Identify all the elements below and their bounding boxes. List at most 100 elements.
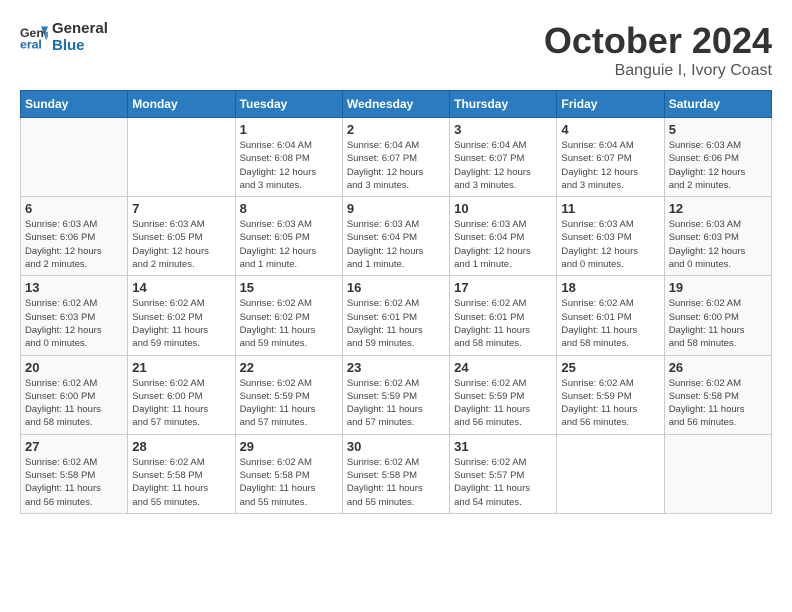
calendar-cell: 19Sunrise: 6:02 AM Sunset: 6:00 PM Dayli…: [664, 276, 771, 355]
day-info: Sunrise: 6:03 AM Sunset: 6:06 PM Dayligh…: [669, 139, 767, 192]
calendar-cell: 20 Sunrise: 6:02 AM Sunset: 6:00 PM Dayli…: [21, 355, 128, 434]
calendar-cell: 4 Sunrise: 6:04 AM Sunset: 6:07 PM Daylig…: [557, 118, 664, 197]
day-number: 29: [240, 439, 338, 454]
weekday-header-wednesday: Wednesday: [342, 91, 449, 118]
calendar-cell: 16 Sunrise: 6:02 AM Sunset: 6:01 PM Dayli…: [342, 276, 449, 355]
day-number: 20: [25, 360, 123, 375]
day-number: 17: [454, 280, 552, 295]
calendar-cell: 25 Sunrise: 6:02 AM Sunset: 5:59 PM Dayli…: [557, 355, 664, 434]
calendar-cell: 13 Sunrise: 6:02 AM Sunset: 6:03 PM Dayli…: [21, 276, 128, 355]
calendar-week-2: 6 Sunrise: 6:03 AM Sunset: 6:06 PM Daylig…: [21, 197, 772, 276]
weekday-header-friday: Friday: [557, 91, 664, 118]
logo: Gen eral General Blue: [20, 20, 108, 54]
day-info: Sunrise: 6:02 AM Sunset: 5:57 PM Dayligh…: [454, 456, 552, 509]
day-info: Sunrise: 6:02 AM Sunset: 5:59 PM Dayligh…: [454, 377, 552, 430]
day-number: 8: [240, 201, 338, 216]
day-info: Sunrise: 6:04 AM Sunset: 6:07 PM Dayligh…: [561, 139, 659, 192]
calendar-cell: 29 Sunrise: 6:02 AM Sunset: 5:58 PM Dayli…: [235, 434, 342, 513]
calendar-cell: [21, 118, 128, 197]
day-number: 19: [669, 280, 767, 295]
logo-general: General: [52, 20, 108, 37]
calendar-week-4: 20 Sunrise: 6:02 AM Sunset: 6:00 PM Dayli…: [21, 355, 772, 434]
day-number: 12: [669, 201, 767, 216]
day-info: Sunrise: 6:02 AM Sunset: 6:00 PM Dayligh…: [132, 377, 230, 430]
calendar-cell: 26Sunrise: 6:02 AM Sunset: 5:58 PM Dayli…: [664, 355, 771, 434]
day-info: Sunrise: 6:02 AM Sunset: 6:00 PM Dayligh…: [25, 377, 123, 430]
day-number: 25: [561, 360, 659, 375]
day-number: 16: [347, 280, 445, 295]
calendar-cell: 17 Sunrise: 6:02 AM Sunset: 6:01 PM Dayli…: [450, 276, 557, 355]
calendar-cell: 5 Sunrise: 6:03 AM Sunset: 6:06 PM Daylig…: [664, 118, 771, 197]
calendar-cell: 31Sunrise: 6:02 AM Sunset: 5:57 PM Dayli…: [450, 434, 557, 513]
day-info: Sunrise: 6:04 AM Sunset: 6:07 PM Dayligh…: [454, 139, 552, 192]
calendar-cell: 22Sunrise: 6:02 AM Sunset: 5:59 PM Dayli…: [235, 355, 342, 434]
weekday-header-monday: Monday: [128, 91, 235, 118]
day-number: 13: [25, 280, 123, 295]
day-number: 18: [561, 280, 659, 295]
calendar-cell: [664, 434, 771, 513]
calendar-week-3: 13 Sunrise: 6:02 AM Sunset: 6:03 PM Dayli…: [21, 276, 772, 355]
svg-text:eral: eral: [20, 37, 42, 51]
calendar-cell: 11 Sunrise: 6:03 AM Sunset: 6:03 PM Dayli…: [557, 197, 664, 276]
day-number: 30: [347, 439, 445, 454]
calendar-cell: 23Sunrise: 6:02 AM Sunset: 5:59 PM Dayli…: [342, 355, 449, 434]
day-number: 3: [454, 122, 552, 137]
calendar-cell: 7 Sunrise: 6:03 AM Sunset: 6:05 PM Daylig…: [128, 197, 235, 276]
day-number: 15: [240, 280, 338, 295]
calendar-cell: 12 Sunrise: 6:03 AM Sunset: 6:03 PM Dayli…: [664, 197, 771, 276]
day-number: 4: [561, 122, 659, 137]
page-header: Gen eral General Blue October 2024 Bangu…: [20, 20, 772, 80]
day-number: 28: [132, 439, 230, 454]
calendar-week-5: 27Sunrise: 6:02 AM Sunset: 5:58 PM Dayli…: [21, 434, 772, 513]
day-info: Sunrise: 6:03 AM Sunset: 6:05 PM Dayligh…: [240, 218, 338, 271]
calendar-cell: 6 Sunrise: 6:03 AM Sunset: 6:06 PM Daylig…: [21, 197, 128, 276]
day-info: Sunrise: 6:02 AM Sunset: 6:01 PM Dayligh…: [454, 297, 552, 350]
calendar-week-1: 1 Sunrise: 6:04 AM Sunset: 6:08 PM Daylig…: [21, 118, 772, 197]
day-number: 14: [132, 280, 230, 295]
calendar-cell: 1 Sunrise: 6:04 AM Sunset: 6:08 PM Daylig…: [235, 118, 342, 197]
weekday-header-saturday: Saturday: [664, 91, 771, 118]
day-number: 5: [669, 122, 767, 137]
calendar-cell: 14 Sunrise: 6:02 AM Sunset: 6:02 PM Dayli…: [128, 276, 235, 355]
day-number: 21: [132, 360, 230, 375]
day-info: Sunrise: 6:03 AM Sunset: 6:06 PM Dayligh…: [25, 218, 123, 271]
day-info: Sunrise: 6:04 AM Sunset: 6:08 PM Dayligh…: [240, 139, 338, 192]
calendar-table: SundayMondayTuesdayWednesdayThursdayFrid…: [20, 90, 772, 514]
month-title: October 2024: [544, 20, 772, 62]
logo-blue: Blue: [52, 37, 108, 54]
calendar-cell: [128, 118, 235, 197]
weekday-header-sunday: Sunday: [21, 91, 128, 118]
day-number: 7: [132, 201, 230, 216]
day-info: Sunrise: 6:02 AM Sunset: 6:02 PM Dayligh…: [132, 297, 230, 350]
day-info: Sunrise: 6:03 AM Sunset: 6:03 PM Dayligh…: [669, 218, 767, 271]
day-info: Sunrise: 6:02 AM Sunset: 5:59 PM Dayligh…: [561, 377, 659, 430]
day-info: Sunrise: 6:02 AM Sunset: 6:01 PM Dayligh…: [561, 297, 659, 350]
day-info: Sunrise: 6:02 AM Sunset: 6:02 PM Dayligh…: [240, 297, 338, 350]
day-info: Sunrise: 6:02 AM Sunset: 5:58 PM Dayligh…: [240, 456, 338, 509]
weekday-header-thursday: Thursday: [450, 91, 557, 118]
day-info: Sunrise: 6:03 AM Sunset: 6:05 PM Dayligh…: [132, 218, 230, 271]
title-area: October 2024 Banguie I, Ivory Coast: [544, 20, 772, 80]
calendar-cell: 3 Sunrise: 6:04 AM Sunset: 6:07 PM Daylig…: [450, 118, 557, 197]
calendar-cell: 8 Sunrise: 6:03 AM Sunset: 6:05 PM Daylig…: [235, 197, 342, 276]
calendar-cell: 2 Sunrise: 6:04 AM Sunset: 6:07 PM Daylig…: [342, 118, 449, 197]
day-number: 26: [669, 360, 767, 375]
day-number: 2: [347, 122, 445, 137]
calendar-cell: 27Sunrise: 6:02 AM Sunset: 5:58 PM Dayli…: [21, 434, 128, 513]
day-info: Sunrise: 6:02 AM Sunset: 5:58 PM Dayligh…: [347, 456, 445, 509]
day-info: Sunrise: 6:03 AM Sunset: 6:03 PM Dayligh…: [561, 218, 659, 271]
day-info: Sunrise: 6:04 AM Sunset: 6:07 PM Dayligh…: [347, 139, 445, 192]
calendar-cell: 21 Sunrise: 6:02 AM Sunset: 6:00 PM Dayli…: [128, 355, 235, 434]
logo-icon: Gen eral: [20, 23, 48, 51]
weekday-header-tuesday: Tuesday: [235, 91, 342, 118]
calendar-cell: 18 Sunrise: 6:02 AM Sunset: 6:01 PM Dayli…: [557, 276, 664, 355]
day-number: 1: [240, 122, 338, 137]
calendar-cell: 30 Sunrise: 6:02 AM Sunset: 5:58 PM Dayli…: [342, 434, 449, 513]
day-number: 6: [25, 201, 123, 216]
day-info: Sunrise: 6:02 AM Sunset: 6:03 PM Dayligh…: [25, 297, 123, 350]
calendar-cell: 10Sunrise: 6:03 AM Sunset: 6:04 PM Dayli…: [450, 197, 557, 276]
calendar-cell: [557, 434, 664, 513]
day-number: 11: [561, 201, 659, 216]
day-info: Sunrise: 6:02 AM Sunset: 5:58 PM Dayligh…: [132, 456, 230, 509]
day-info: Sunrise: 6:02 AM Sunset: 6:01 PM Dayligh…: [347, 297, 445, 350]
